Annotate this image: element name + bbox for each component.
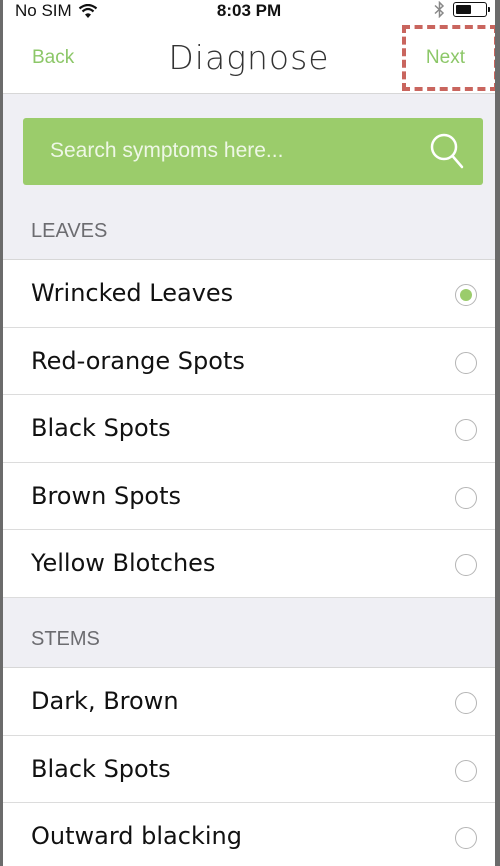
list-item-label: Dark, Brown <box>31 687 179 715</box>
radio-unchecked-icon[interactable] <box>455 554 477 577</box>
list-item[interactable]: Brown Spots <box>3 463 495 531</box>
list-item-label: Brown Spots <box>31 481 182 510</box>
radio-unchecked-icon[interactable] <box>455 692 477 714</box>
list-item-label: Outward blacking <box>31 822 242 851</box>
phone-screen: No SIM 8:03 PM Back Diagnose Next Search… <box>0 0 500 866</box>
section-header-leaves: LEAVES <box>3 196 495 260</box>
next-button-highlight <box>402 25 495 91</box>
status-time: 8:03 PM <box>216 1 282 20</box>
list-item[interactable]: Wrincked Leaves <box>3 260 495 328</box>
search-input[interactable]: Search symptoms here... <box>50 139 283 163</box>
list-item-label: Black Spots <box>31 754 171 783</box>
leaves-list: Wrincked Leaves Red-orange Spots Black S… <box>3 260 495 598</box>
navigation-bar: Back Diagnose Next <box>3 22 495 94</box>
section-title: LEAVES <box>31 220 108 242</box>
radio-checked-icon[interactable] <box>455 284 477 306</box>
radio-unchecked-icon[interactable] <box>455 351 477 374</box>
battery-icon <box>453 2 490 17</box>
radio-unchecked-icon[interactable] <box>455 759 477 782</box>
search-bar[interactable]: Search symptoms here... <box>23 118 483 185</box>
list-item-label: Red-orange Spots <box>31 346 245 375</box>
radio-unchecked-icon[interactable] <box>455 827 477 850</box>
bluetooth-icon <box>434 1 445 18</box>
list-item[interactable]: Dark, Brown <box>3 668 495 736</box>
radio-unchecked-icon[interactable] <box>455 486 477 509</box>
list-item[interactable]: Black Spots <box>3 395 495 463</box>
section-title: STEMS <box>31 628 100 650</box>
search-icon[interactable] <box>429 132 465 170</box>
stems-list: Dark, Brown Black Spots Outward blacking <box>3 668 495 866</box>
status-right-group <box>434 1 490 18</box>
list-item-label: Black Spots <box>31 414 171 443</box>
section-header-stems: STEMS <box>3 599 495 668</box>
list-item-label: Yellow Blotches <box>31 549 216 578</box>
list-item[interactable]: Yellow Blotches <box>3 530 495 598</box>
list-item[interactable]: Black Spots <box>3 736 495 804</box>
list-item[interactable]: Outward blacking <box>3 803 495 866</box>
radio-unchecked-icon[interactable] <box>455 419 477 442</box>
list-item[interactable]: Red-orange Spots <box>3 328 495 396</box>
status-bar: No SIM 8:03 PM <box>3 0 495 22</box>
list-item-label: Wrincked Leaves <box>31 279 234 307</box>
